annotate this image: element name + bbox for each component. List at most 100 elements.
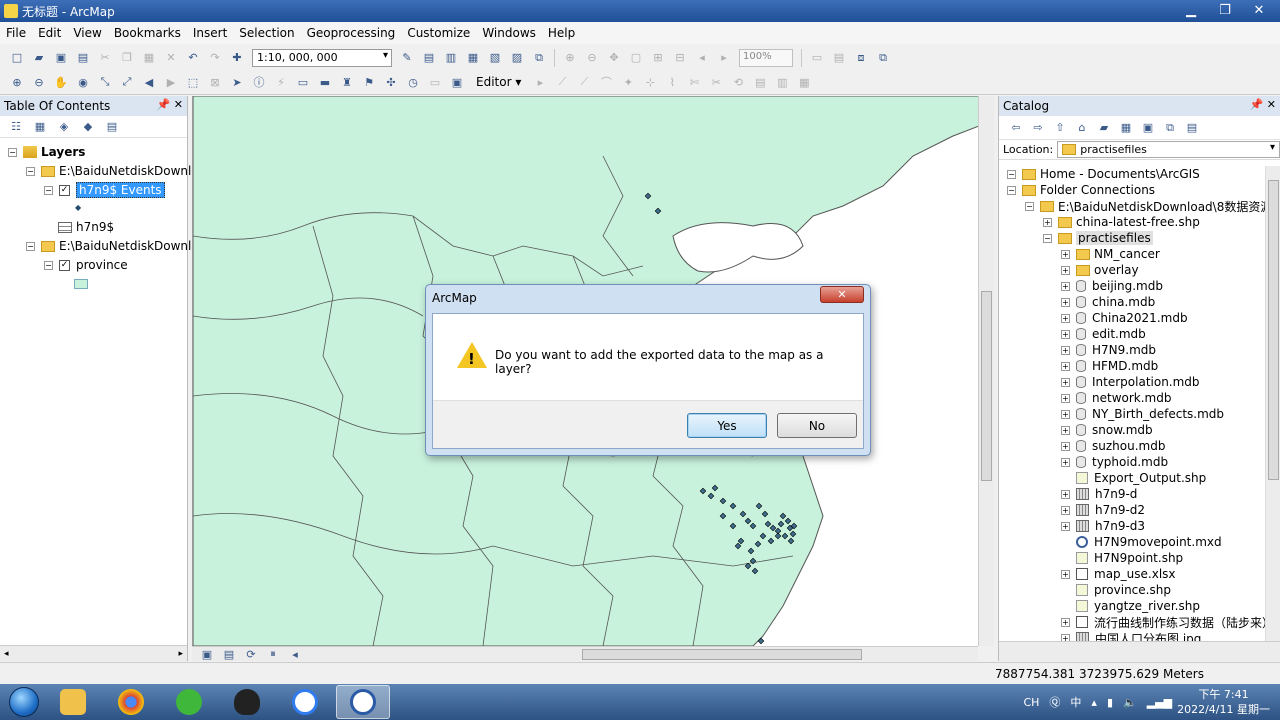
collapse-icon[interactable]: − xyxy=(26,166,35,176)
catalog-item[interactable]: + network.mdb xyxy=(1061,390,1171,406)
python-window-icon[interactable]: ▨ xyxy=(508,49,526,67)
menu-view[interactable]: View xyxy=(67,26,107,40)
taskbar-arcmap[interactable] xyxy=(336,685,390,719)
views-icon[interactable]: ▦ xyxy=(1117,119,1135,137)
up-one-level-icon[interactable]: ⇧ xyxy=(1051,119,1069,137)
tray-arrow-icon[interactable]: ▴ xyxy=(1091,696,1097,709)
catalog-item[interactable]: + china.mdb xyxy=(1061,294,1155,310)
catalog-item[interactable]: + 中国人口分布图.jpg xyxy=(1061,630,1201,641)
minimize-button[interactable]: ▁ xyxy=(1174,0,1208,20)
expand-icon[interactable]: − xyxy=(1025,201,1034,211)
volume-icon[interactable]: 🔈 xyxy=(1123,696,1137,709)
list-by-selection-icon[interactable]: ◆ xyxy=(79,118,97,136)
catalog-item[interactable]: − E:\BaiduNetdiskDownload\8数据资源 xyxy=(1025,198,1265,214)
trace-icon[interactable]: ✦ xyxy=(619,73,637,91)
catalog-item[interactable]: + h7n9-d xyxy=(1061,486,1137,502)
start-button[interactable] xyxy=(4,684,44,720)
menu-edit[interactable]: Edit xyxy=(32,26,67,40)
expand-icon[interactable]: + xyxy=(1061,489,1070,499)
create-viewer-window-icon[interactable]: ▭ xyxy=(426,73,444,91)
toc-window-icon[interactable]: ▤ xyxy=(420,49,438,67)
print-icon[interactable]: ▤ xyxy=(74,49,92,67)
expand-icon[interactable]: + xyxy=(1061,361,1070,371)
tree-row-group2[interactable]: − E:\BaiduNetdiskDownlo xyxy=(26,237,199,255)
map-vertical-scrollbar[interactable] xyxy=(978,96,994,646)
clear-selection-icon[interactable]: ⊠ xyxy=(206,73,224,91)
location-dropdown[interactable]: practisefiles xyxy=(1057,141,1280,158)
catalog-item[interactable]: + typhoid.mdb xyxy=(1061,454,1168,470)
go-back-icon[interactable]: ◀ xyxy=(140,73,158,91)
expand-icon[interactable]: + xyxy=(1061,297,1070,307)
tree-row-province-layer[interactable]: − ✓ province xyxy=(44,256,128,274)
catalog-window-icon[interactable]: ▥ xyxy=(442,49,460,67)
split-icon[interactable]: ✂ xyxy=(707,73,725,91)
catalog-item[interactable]: + 流行曲线制作练习数据（陆步来） xyxy=(1061,614,1265,630)
back-arrow-icon[interactable]: ⇦ xyxy=(1007,119,1025,137)
layer-name-label[interactable]: h7n9$ Events xyxy=(76,182,165,198)
hyperlink-icon[interactable]: ⚡ xyxy=(272,73,290,91)
menu-insert[interactable]: Insert xyxy=(187,26,233,40)
expand-icon[interactable]: − xyxy=(1043,233,1052,243)
tree-row-layers[interactable]: − Layers xyxy=(8,143,85,161)
battery-icon[interactable]: ▮ xyxy=(1107,696,1113,709)
catalog-item[interactable]: + overlay xyxy=(1061,262,1139,278)
measure-icon[interactable]: ▬ xyxy=(316,73,334,91)
refresh-view-icon[interactable]: ⟳ xyxy=(242,645,260,663)
rotate-icon[interactable]: ⟲ xyxy=(729,73,747,91)
layout-forward-icon[interactable]: ▸ xyxy=(715,49,733,67)
arctoolbox-icon[interactable]: ▧ xyxy=(486,49,504,67)
cut-polygons-icon[interactable]: ✄ xyxy=(685,73,703,91)
open-folder-icon[interactable]: ▰ xyxy=(30,49,48,67)
find-route-icon[interactable]: ⚑ xyxy=(360,73,378,91)
yes-button[interactable]: Yes xyxy=(687,413,767,438)
editor-toolbar-window-icon[interactable]: ▣ xyxy=(448,73,466,91)
taskbar-chrome[interactable] xyxy=(104,685,158,719)
sketch-properties-icon[interactable]: ▥ xyxy=(773,73,791,91)
menu-help[interactable]: Help xyxy=(542,26,581,40)
scroll-thumb[interactable] xyxy=(1268,180,1279,480)
change-layout-icon[interactable]: ⧈ xyxy=(852,49,870,67)
collapse-icon[interactable]: − xyxy=(26,241,35,251)
scroll-left-icon[interactable]: ◂ xyxy=(286,645,304,663)
catalog-item[interactable]: + h7n9-d2 xyxy=(1061,502,1145,518)
expand-icon[interactable]: + xyxy=(1061,521,1070,531)
create-features-icon[interactable]: ▦ xyxy=(795,73,813,91)
catalog-item[interactable]: + NM_cancer xyxy=(1061,246,1160,262)
edit-vertices-icon[interactable]: ⊹ xyxy=(641,73,659,91)
new-folder-icon[interactable]: ▣ xyxy=(1139,119,1157,137)
catalog-item[interactable]: +province.shp xyxy=(1061,582,1171,598)
input-method-indicator[interactable]: CH xyxy=(1023,696,1039,709)
expand-icon[interactable]: + xyxy=(1061,345,1070,355)
point-symbol[interactable]: ◆ xyxy=(75,198,81,216)
expand-icon[interactable]: + xyxy=(1061,249,1070,259)
catalog-item[interactable]: +H7N9point.shp xyxy=(1061,550,1183,566)
data-driven-pages-icon[interactable]: ⧉ xyxy=(874,49,892,67)
catalog-item[interactable]: − Home - Documents\ArcGIS xyxy=(1007,166,1200,182)
catalog-item[interactable]: + China2021.mdb xyxy=(1061,310,1188,326)
catalog-item[interactable]: +Export_Output.shp xyxy=(1061,470,1206,486)
model-builder-icon[interactable]: ⧉ xyxy=(530,49,548,67)
tree-row-events-layer[interactable]: − ✓ h7n9$ Events xyxy=(44,181,165,199)
expand-icon[interactable]: + xyxy=(1061,409,1070,419)
catalog-vertical-scrollbar[interactable] xyxy=(1265,166,1280,641)
menu-file[interactable]: File xyxy=(0,26,32,40)
layout-zoom-percent-dropdown[interactable]: 100% xyxy=(739,48,793,67)
redo-icon[interactable]: ↷ xyxy=(206,49,224,67)
expand-icon[interactable]: + xyxy=(1061,457,1070,467)
expand-icon[interactable]: + xyxy=(1061,281,1070,291)
taskbar-qq[interactable] xyxy=(220,685,274,719)
expand-icon[interactable]: + xyxy=(1061,377,1070,387)
catalog-item[interactable]: +H7N9movepoint.mxd xyxy=(1061,534,1222,550)
maximize-button[interactable]: ❐ xyxy=(1208,0,1242,20)
menu-selection[interactable]: Selection xyxy=(233,26,300,40)
layout-pan-icon[interactable]: ✥ xyxy=(605,49,623,67)
copy-icon[interactable]: ❐ xyxy=(118,49,136,67)
expand-icon[interactable]: + xyxy=(1061,393,1070,403)
catalog-pin-close-buttons[interactable]: 📌 ✕ xyxy=(1250,98,1276,111)
catalog-options-icon[interactable]: ▤ xyxy=(1183,119,1201,137)
expand-icon[interactable]: + xyxy=(1061,569,1070,579)
expand-icon[interactable]: + xyxy=(1061,617,1070,627)
zoom-out-icon[interactable]: ⊖ xyxy=(30,73,48,91)
connect-folder-icon[interactable]: ▰ xyxy=(1095,119,1113,137)
menu-geoprocessing[interactable]: Geoprocessing xyxy=(301,26,402,40)
